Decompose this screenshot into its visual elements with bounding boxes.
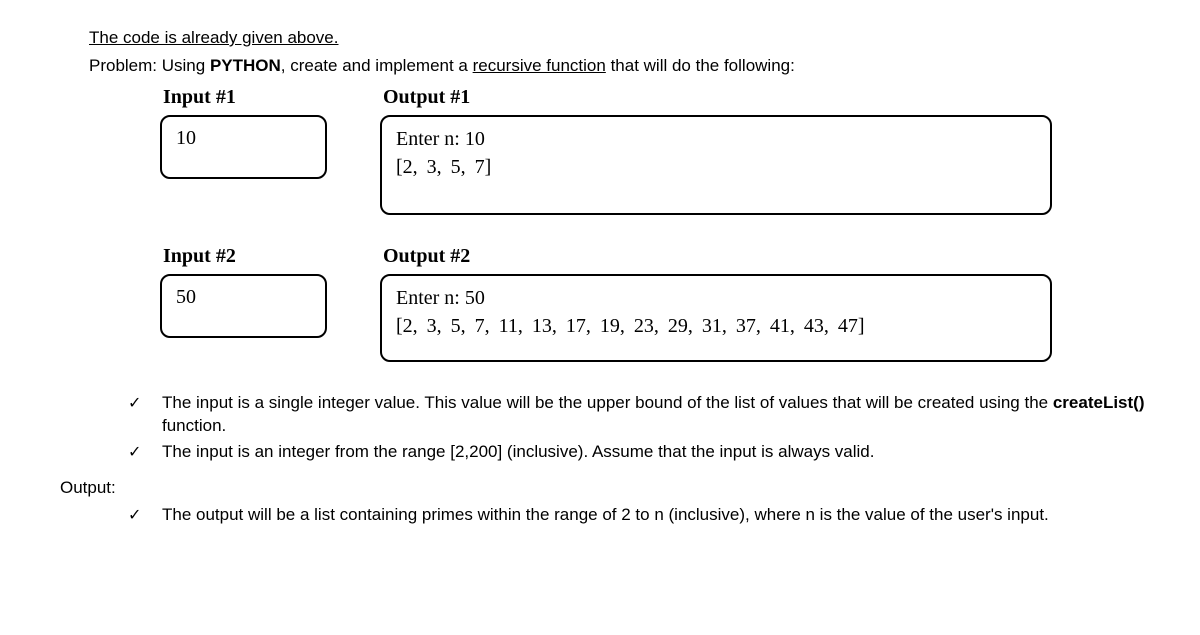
note-1-post: function. [162,416,226,435]
intro-line: The code is already given above. [89,28,1150,48]
input-note-2-text: The input is an integer from the range [… [162,441,874,464]
input-note-1-text: The input is a single integer value. Thi… [162,392,1150,438]
output-enter-line-1: Enter n: 10 [396,125,1036,153]
example-row-1: Input #1 10 Output #1 Enter n: 10 [2, 3,… [160,86,1150,215]
output-column-1: Output #1 Enter n: 10 [2, 3, 5, 7] [380,86,1150,215]
input-notes-list: ✓ The input is a single integer value. T… [128,392,1150,464]
problem-underlined: recursive function [473,56,606,75]
example-row-2: Input #2 50 Output #2 Enter n: 50 [2, 3,… [160,245,1150,362]
problem-statement: Problem: Using PYTHON, create and implem… [89,56,1150,76]
output-heading-2: Output #2 [383,245,1150,268]
output-enter-line-2: Enter n: 50 [396,284,1036,312]
output-list-1: [2, 3, 5, 7] [396,153,1036,181]
output-box-1: Enter n: 10 [2, 3, 5, 7] [380,115,1052,215]
input-column-2: Input #2 50 [160,245,380,338]
output-column-2: Output #2 Enter n: 50 [2, 3, 5, 7, 11, 1… [380,245,1150,362]
checkmark-icon: ✓ [128,504,162,527]
output-section-label: Output: [60,478,1150,498]
input-note-2: ✓ The input is an integer from the range… [128,441,1150,464]
checkmark-icon: ✓ [128,441,162,464]
output-box-2: Enter n: 50 [2, 3, 5, 7, 11, 13, 17, 19,… [380,274,1052,362]
output-note-1-text: The output will be a list containing pri… [162,504,1049,527]
input-box-1: 10 [160,115,327,179]
input-column-1: Input #1 10 [160,86,380,179]
checkmark-icon: ✓ [128,392,162,415]
input-note-1: ✓ The input is a single integer value. T… [128,392,1150,438]
problem-prefix: Problem: Using [89,56,210,75]
output-note-1: ✓ The output will be a list containing p… [128,504,1150,527]
problem-suffix: that will do the following: [606,56,795,75]
output-notes-list: ✓ The output will be a list containing p… [128,504,1150,527]
input-value-2: 50 [176,286,196,308]
input-heading-2: Input #2 [163,245,380,268]
input-value-1: 10 [176,127,196,149]
output-list-2: [2, 3, 5, 7, 11, 13, 17, 19, 23, 29, 31,… [396,312,1036,340]
output-heading-1: Output #1 [383,86,1150,109]
note-1-pre: The input is a single integer value. Thi… [162,393,1053,412]
problem-language: PYTHON [210,56,281,75]
input-heading-1: Input #1 [163,86,380,109]
input-box-2: 50 [160,274,327,338]
note-1-func: createList() [1053,393,1145,412]
examples-container: Input #1 10 Output #1 Enter n: 10 [2, 3,… [160,86,1150,362]
problem-mid: , create and implement a [281,56,473,75]
